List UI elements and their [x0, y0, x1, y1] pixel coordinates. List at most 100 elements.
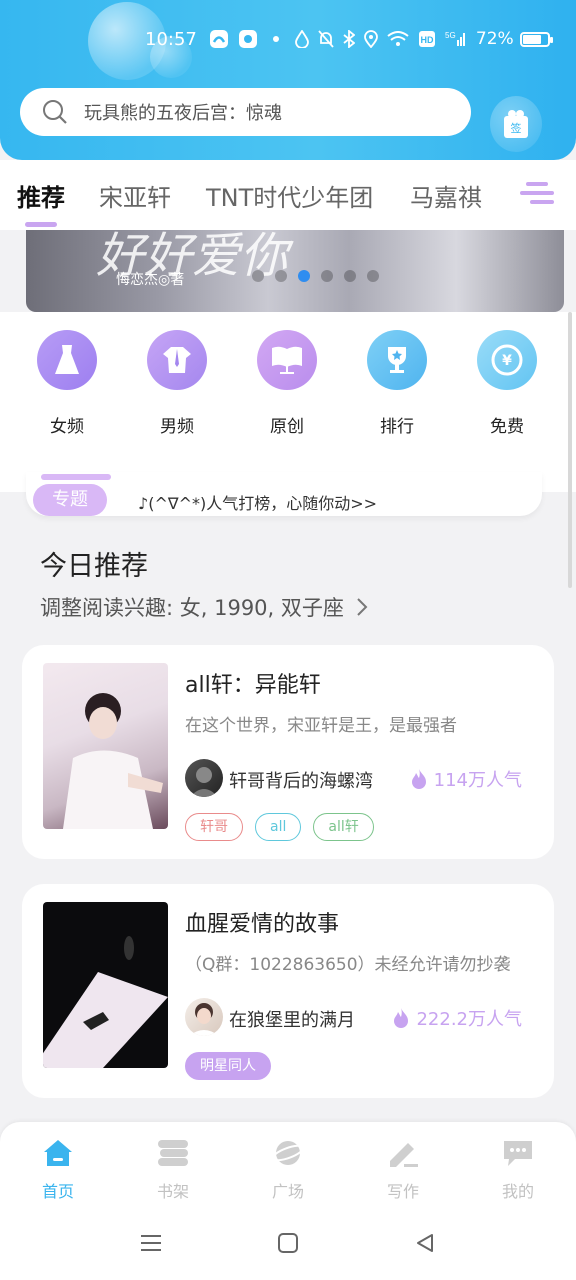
search-placeholder: 玩具熊的五夜后宫：惊魂 [84, 103, 282, 124]
recent-apps-button[interactable] [140, 1232, 162, 1258]
avatar [185, 759, 223, 797]
category-label: 原创 [270, 417, 304, 437]
checkin-label: 签 [510, 122, 522, 135]
square-icon [278, 1233, 298, 1253]
chat-icon [478, 1136, 558, 1170]
signal-5g-icon: 5G [445, 30, 467, 48]
bluetooth-icon [343, 30, 355, 48]
svg-text:HD: HD [420, 35, 433, 45]
category-grid: 女频 男频 原创 排行 ¥ 免费 [0, 330, 576, 440]
water-drop-icon [294, 30, 309, 48]
tab-ma-jiaqi[interactable]: 马嘉祺 [410, 178, 482, 213]
home-icon [18, 1136, 98, 1170]
popularity: 222.2万人气 [392, 1005, 522, 1031]
home-button[interactable] [277, 1232, 299, 1258]
category-ranking[interactable]: 排行 [357, 330, 437, 437]
checkin-button[interactable]: 签 [490, 96, 542, 152]
yuan-icon: ¥ [477, 330, 537, 390]
carousel-dot[interactable] [321, 270, 333, 282]
search-bar[interactable]: 玩具熊的五夜后宫：惊魂 [20, 88, 471, 136]
location-icon [363, 30, 378, 48]
battery-icon [519, 31, 553, 47]
carousel-dot[interactable] [275, 270, 287, 282]
book-cover [43, 663, 168, 829]
author-name: 轩哥背后的海螺湾 [229, 771, 373, 792]
menu-icon [141, 1235, 161, 1251]
search-icon [43, 100, 67, 124]
book-description: 在这个世界，宋亚轩是王，是最强者 [185, 716, 457, 736]
tag[interactable]: all轩 [313, 813, 374, 841]
book-title: 血腥爱情的故事 [185, 912, 340, 937]
category-female[interactable]: 女频 [27, 330, 107, 437]
carousel-dot[interactable] [252, 270, 264, 282]
trophy-icon [367, 330, 427, 390]
tab-song-yaxuan[interactable]: 宋亚轩 [99, 178, 171, 213]
author-name: 在狼堡里的满月 [229, 1010, 355, 1031]
back-button[interactable] [414, 1232, 436, 1258]
dress-icon [37, 330, 97, 390]
avatar [185, 998, 223, 1036]
nav-label: 首页 [41, 1182, 74, 1201]
tab-tnt[interactable]: TNT时代少年团 [206, 178, 373, 213]
reading-interest-link[interactable]: 调整阅读兴趣: 女, 1990, 双子座 [40, 592, 369, 622]
carousel-dot-active[interactable] [298, 270, 310, 282]
category-original[interactable]: 原创 [247, 330, 327, 437]
banner-author: 悔恋杰◎著 [116, 272, 185, 288]
battery-fill [522, 34, 542, 44]
nav-square[interactable]: 广场 [248, 1136, 328, 1202]
carousel-dots [252, 270, 390, 282]
book-tags: 明星同人 [185, 1052, 283, 1080]
category-tabs: 推荐 宋亚轩 TNT时代少年团 马嘉祺 B [0, 160, 576, 230]
more-tabs-button[interactable] [516, 178, 558, 214]
flame-icon [411, 769, 426, 789]
book-cover [43, 902, 168, 1068]
app-icon-2 [238, 29, 258, 49]
nav-home[interactable]: 首页 [18, 1136, 98, 1202]
bookshelf-icon [133, 1136, 213, 1170]
nav-label: 写作 [386, 1182, 419, 1201]
category-label: 免费 [490, 417, 524, 437]
book-card[interactable]: 血腥爱情的故事 （Q群：1022863650）未经允许请勿抄袭 在狼堡里的满月 … [22, 884, 554, 1098]
topic-banner[interactable]: 专题 ♪(^∇^*)人气打榜，心随你动>> [26, 472, 542, 516]
category-label: 女频 [50, 417, 84, 437]
popularity: 114万人气 [410, 766, 522, 792]
tag[interactable]: 轩哥 [185, 813, 243, 841]
nav-label: 我的 [501, 1182, 534, 1201]
bottom-nav: 首页 书架 广场 写作 我的 [0, 1122, 576, 1210]
tag[interactable]: all [255, 813, 302, 841]
tab-recommend[interactable]: 推荐 [17, 178, 65, 213]
svg-text:¥: ¥ [502, 353, 512, 369]
popularity-count: 114万人气 [433, 770, 522, 791]
nav-bookshelf[interactable]: 书架 [133, 1136, 213, 1202]
system-nav-bar [0, 1210, 576, 1280]
book-icon [257, 330, 317, 390]
menu-lines-icon [516, 178, 558, 210]
book-description: （Q群：1022863650）未经允许请勿抄袭 [185, 955, 511, 975]
category-label: 排行 [380, 417, 414, 437]
active-tab-indicator [25, 222, 57, 227]
nav-write[interactable]: 写作 [363, 1136, 443, 1202]
scrollbar[interactable] [568, 312, 572, 588]
app-icon-1 [209, 29, 229, 49]
flame-icon [394, 1008, 409, 1028]
tag[interactable]: 明星同人 [185, 1052, 271, 1080]
category-male[interactable]: 男频 [137, 330, 217, 437]
book-card[interactable]: all轩：异能轩 在这个世界，宋亚轩是王，是最强者 轩哥背后的海螺湾 114万人… [22, 645, 554, 859]
mute-bell-icon [318, 30, 334, 48]
shirt-icon [147, 330, 207, 390]
category-free[interactable]: ¥ 免费 [467, 330, 547, 437]
category-label: 男频 [160, 417, 194, 437]
wifi-icon [387, 31, 409, 47]
planet-icon [248, 1136, 328, 1170]
carousel-dot[interactable] [344, 270, 356, 282]
hd-icon: HD [418, 30, 436, 48]
nav-mine[interactable]: 我的 [478, 1136, 558, 1202]
status-time: 10:57 [145, 28, 197, 50]
carousel-dot[interactable] [367, 270, 379, 282]
popularity-count: 222.2万人气 [416, 1009, 522, 1030]
chevron-right-icon [356, 598, 368, 616]
nav-label: 书架 [156, 1182, 189, 1201]
back-triangle-icon [417, 1234, 433, 1252]
app-header: 10:57 HD 5G 72% 玩具熊的五夜后宫：惊魂 签 [0, 0, 576, 160]
banner-carousel[interactable]: 好好爱你 悔恋杰◎著 [26, 230, 564, 312]
